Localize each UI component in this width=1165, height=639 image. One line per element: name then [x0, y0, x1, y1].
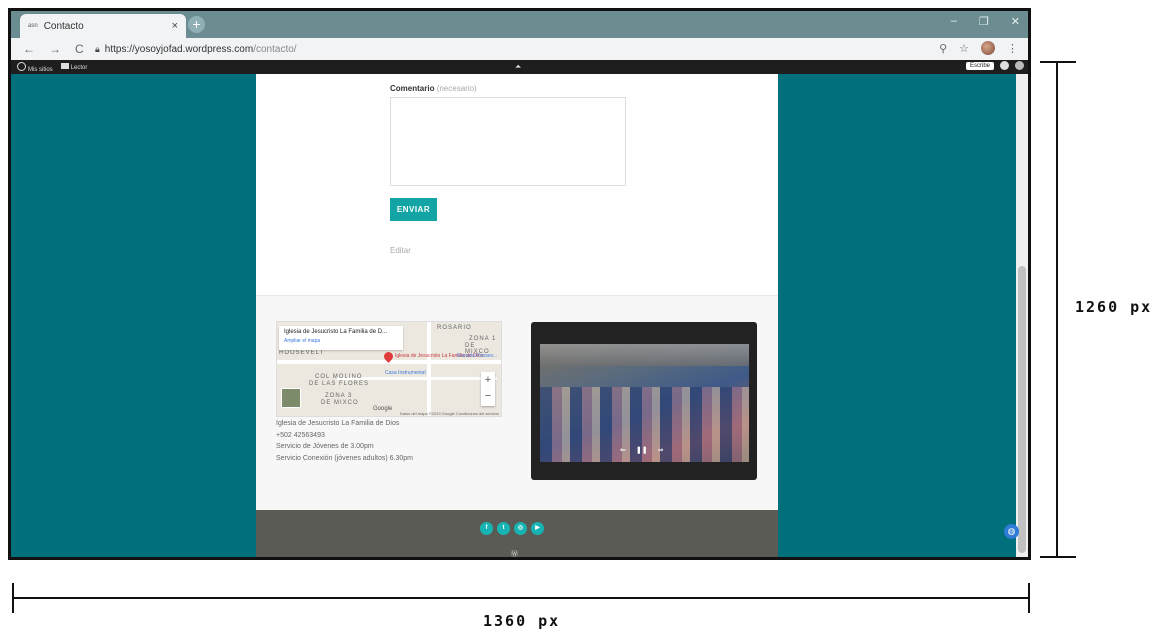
contact-line: Servicio Conexión (jóvenes adultos) 6.30… — [276, 454, 413, 462]
window-controls: – ❐ ✕ — [951, 15, 1020, 28]
zoom-icon[interactable]: ⚲ — [939, 42, 947, 55]
map-label: ZONA 1 — [469, 336, 497, 342]
avatar[interactable] — [981, 41, 995, 55]
close-tab-icon[interactable]: × — [172, 20, 178, 32]
edit-link[interactable]: Editar — [390, 246, 411, 255]
tab-title: Contacto — [43, 20, 84, 32]
new-tab-button[interactable]: + — [188, 16, 205, 33]
globe-icon[interactable]: ◍ — [1004, 524, 1019, 539]
site-footer: f t ◎ ▶ Ⓦ — [256, 510, 778, 557]
my-sites-link[interactable]: Mis sitios — [17, 61, 53, 73]
map-label: COL MOLINO — [315, 374, 363, 380]
contact-line: Servicio de Jóvenes de 3.00pm — [276, 443, 374, 450]
map-road — [427, 322, 431, 416]
address-bar: ← → C 🔒︎ https://yosoyjofad.wordpress.co… — [11, 38, 1028, 60]
tab-contacto[interactable]: asn Contacto × — [20, 14, 186, 38]
map-zoom-controls: + − — [481, 372, 495, 406]
reader-icon — [60, 63, 69, 69]
url-field[interactable]: https://yosoyjofad.wordpress.com/contact… — [105, 44, 297, 55]
browser-window: asn Contacto × + – ❐ ✕ ← → C 🔒︎ https://… — [8, 8, 1031, 560]
height-dimension-cap — [1040, 556, 1076, 558]
map-label: ZONA 3 — [325, 393, 353, 399]
video-player[interactable]: ⇐ ❚❚ ⇒ — [540, 344, 749, 462]
width-dimension-cap — [12, 583, 14, 613]
width-dimension-cap — [1028, 583, 1030, 613]
comment-textarea[interactable] — [390, 97, 626, 186]
map-label: ROSARIO — [437, 325, 472, 331]
profile-icon[interactable] — [1000, 61, 1009, 70]
map-label: DE MIXCO — [321, 400, 359, 406]
pause-icon[interactable]: ❚❚ — [636, 446, 648, 454]
map-place-title: Iglesia de Jesucristo La Familia de D... — [284, 329, 388, 335]
twitter-icon[interactable]: t — [497, 522, 510, 535]
address-actions: ⚲ ☆ ⋮ — [939, 41, 1018, 55]
contact-line: Iglesia de Jesucristo La Familia de Dios — [276, 420, 400, 427]
wordpress-icon — [17, 61, 26, 71]
map-enlarge-link[interactable]: Ampliar el mapa — [284, 338, 398, 344]
wpbar-left: Mis sitios Lector — [11, 61, 88, 73]
my-sites-label: Mis sitios — [28, 66, 53, 73]
maximize-icon[interactable]: ❐ — [979, 15, 989, 28]
social-links: f t ◎ ▶ — [480, 522, 544, 535]
embedded-map[interactable]: ROSARIO ZONA 1 DE MIXCO ROOSEVELT COL MO… — [276, 321, 502, 417]
scrollbar-thumb[interactable] — [1018, 266, 1026, 553]
comment-label-text: Comentario — [390, 84, 435, 93]
notifications-icon[interactable] — [1015, 61, 1024, 70]
page-content: Comentario (necesario) ENVIAR Editar ROS… — [256, 74, 778, 557]
youtube-icon[interactable]: ▶ — [531, 522, 544, 535]
height-dimension-cap — [1040, 61, 1076, 63]
collapse-icon[interactable]: ⏶ — [515, 62, 521, 72]
instagram-icon[interactable]: ◎ — [514, 522, 527, 535]
map-place-card: Iglesia de Jesucristo La Familia de D...… — [279, 326, 403, 350]
wordpress-footer-icon[interactable]: Ⓦ — [511, 549, 518, 557]
nav-buttons: ← → C — [11, 42, 95, 56]
video-controls: ⇐ ❚❚ ⇒ — [620, 446, 663, 454]
map-label: DE LAS FLORES — [309, 381, 370, 387]
map-terms[interactable]: Datos del mapa ©2019 Google Condiciones … — [400, 411, 499, 416]
lock-icon: 🔒︎ — [95, 43, 100, 54]
contact-line: +502 42563493 — [276, 431, 325, 439]
url-host: https://yosoyjofad.wordpress.com — [104, 43, 254, 55]
previous-icon[interactable]: ⇐ — [620, 446, 626, 454]
back-icon[interactable]: ← — [23, 42, 35, 56]
write-button[interactable]: Escribe — [965, 61, 994, 70]
map-label: ROOSEVELT — [279, 350, 325, 356]
wpbar-right: Escribe — [965, 61, 1024, 70]
height-dimension-line — [1056, 62, 1058, 557]
favicon-icon: asn — [28, 23, 38, 29]
reader-label: Lector — [70, 65, 88, 71]
title-bar: asn Contacto × + – ❐ ✕ — [11, 11, 1028, 38]
zoom-out-button[interactable]: − — [481, 388, 495, 404]
reader-link[interactable]: Lector — [60, 63, 88, 71]
forward-icon[interactable]: → — [49, 42, 61, 56]
next-icon[interactable]: ⇒ — [658, 446, 664, 454]
stage: asn Contacto × + – ❐ ✕ ← → C 🔒︎ https://… — [0, 0, 1165, 639]
close-window-icon[interactable]: ✕ — [1011, 15, 1020, 28]
star-icon[interactable]: ☆ — [959, 42, 969, 55]
map-label: Casa Instrumental — [385, 370, 426, 376]
comment-label: Comentario (necesario) — [390, 84, 477, 93]
video-roof — [540, 344, 749, 366]
menu-icon[interactable]: ⋮ — [1007, 42, 1018, 55]
contact-info: Iglesia de Jesucristo La Familia de Dios… — [276, 418, 413, 464]
reload-icon[interactable]: C — [75, 42, 84, 56]
wordpress-admin-bar: Mis sitios Lector ⏶ Escribe — [11, 60, 1028, 74]
zoom-in-button[interactable]: + — [481, 372, 495, 388]
send-button[interactable]: ENVIAR — [390, 198, 437, 221]
height-dimension-label: 1260 px — [1075, 298, 1153, 316]
satellite-thumbnail[interactable] — [281, 388, 301, 408]
url-path: /contacto/ — [253, 43, 297, 55]
map-label: Escuela Roosev... — [457, 353, 497, 359]
width-dimension-label: 1360 px — [483, 612, 561, 630]
width-dimension-line — [12, 597, 1030, 599]
facebook-icon[interactable]: f — [480, 522, 493, 535]
minimize-icon[interactable]: – — [951, 15, 957, 28]
comment-required: (necesario) — [436, 84, 477, 93]
google-logo: Google — [373, 406, 393, 412]
